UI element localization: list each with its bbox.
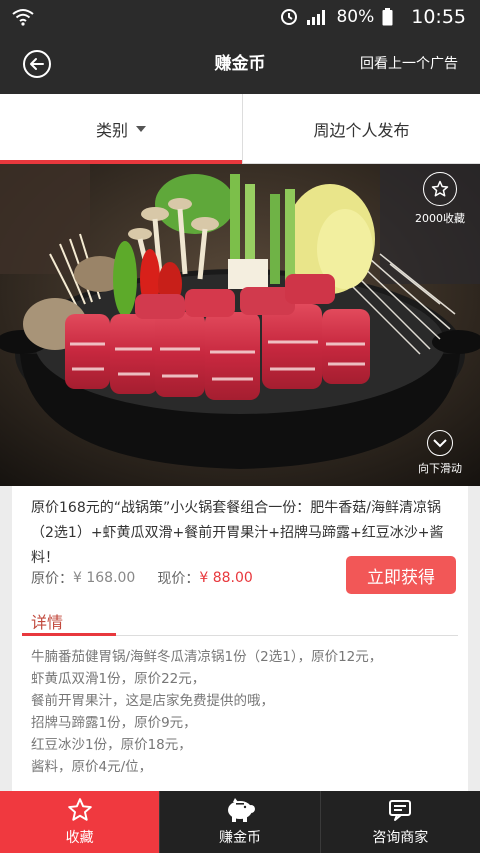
tab-nearby-label: 周边个人发布: [313, 121, 410, 140]
detail-item: 酱料，原价4元/位，: [31, 759, 153, 775]
chevron-down-icon: [427, 430, 453, 456]
current-price: ¥ 88.00: [199, 570, 253, 586]
piggy-bank-icon: [227, 798, 255, 822]
scroll-hint-label: 向下滑动: [418, 462, 462, 475]
hotpot-image: [0, 164, 480, 486]
view-previous-ad-link[interactable]: 回看上一个广告: [360, 34, 458, 94]
hotpot-illustration: [0, 164, 480, 486]
detail-item: 招牌马蹄露1份，原价9元，: [31, 715, 197, 731]
wifi-icon: [12, 9, 34, 26]
original-price-label: 原价：: [31, 571, 73, 587]
details-heading: 详情: [31, 613, 64, 632]
detail-item: 虾黄瓜双滑1份，原价22元，: [31, 671, 206, 687]
offer-card: 原价168元的“战锅策”小火锅套餐组合一份：肥牛香菇/海鲜清凉锅（2选1）+虾黄…: [12, 486, 468, 791]
favorite-count-badge[interactable]: 2000收藏: [410, 172, 470, 226]
chat-bubble-icon: [389, 800, 412, 821]
star-outline-icon: [67, 798, 92, 821]
consult-merchant-button[interactable]: 咨询商家: [321, 791, 480, 853]
detail-item: 红豆冰沙1份，原价18元，: [31, 737, 192, 753]
tab-category[interactable]: 类别: [0, 94, 242, 164]
earn-coins-label: 赚金币: [218, 830, 261, 846]
top-navbar: 赚金币 回看上一个广告: [0, 34, 480, 94]
get-now-button[interactable]: 立即获得: [346, 556, 456, 594]
alarm-icon: [281, 9, 298, 25]
signal-icon: [307, 10, 326, 25]
scroll-down-hint[interactable]: 向下滑动: [410, 430, 470, 476]
price-row: 原价： ¥ 168.00 现价： ¥ 88.00: [31, 566, 253, 590]
details-list: 牛腩番茄健胃锅/海鲜冬瓜清凉锅1份（2选1），原价12元， 虾黄瓜双滑1份，原价…: [31, 646, 451, 778]
filter-tabs: 类别 周边个人发布: [0, 94, 480, 164]
tab-category-label: 类别: [95, 121, 128, 140]
favorite-label: 收藏: [65, 830, 94, 846]
battery-percent: 80%: [336, 7, 375, 27]
tab-nearby-posts[interactable]: 周边个人发布: [243, 94, 480, 164]
consult-label: 咨询商家: [372, 830, 429, 846]
favorite-count: 2000收藏: [415, 212, 465, 225]
current-price-label: 现价：: [157, 571, 200, 587]
battery-icon: [382, 8, 393, 26]
bottom-action-bar: 收藏 赚金币 咨询商家: [0, 791, 480, 853]
favorite-button[interactable]: 收藏: [0, 791, 161, 853]
detail-item: 餐前开胃果汁，这是店家免费提供的哦，: [31, 693, 274, 709]
dropdown-caret-icon: [136, 126, 146, 132]
status-bar: 80% 10:55: [0, 0, 480, 34]
star-outline-icon: [423, 172, 457, 206]
earn-coins-button[interactable]: 赚金币: [160, 791, 321, 853]
details-heading-underline: [22, 633, 116, 636]
original-price: ¥ 168.00: [73, 570, 136, 586]
detail-item: 牛腩番茄健胃锅/海鲜冬瓜清凉锅1份（2选1），原价12元，: [31, 649, 383, 665]
clock: 10:55: [411, 6, 466, 28]
